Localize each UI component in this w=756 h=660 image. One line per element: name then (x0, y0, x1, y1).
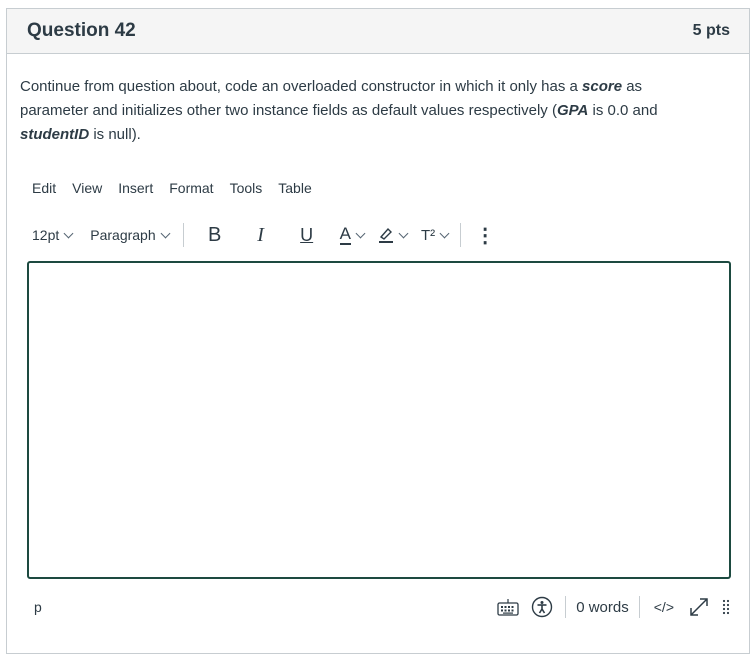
accessibility-checker-button[interactable] (525, 593, 559, 621)
editor-statusbar: p 0 words </> (20, 592, 736, 622)
superscript-button[interactable]: T² (411, 220, 452, 250)
text-color-button[interactable]: A (330, 220, 368, 250)
menu-table[interactable]: Table (270, 178, 319, 198)
more-vertical-icon: ⋮ (475, 224, 496, 247)
menu-edit[interactable]: Edit (24, 178, 64, 198)
editor-menubar: Edit View Insert Format Tools Table (24, 178, 320, 198)
question-text-emphasis: GPA (556, 102, 589, 119)
question-points: 5 pts (692, 22, 730, 39)
menu-view[interactable]: View (64, 178, 110, 198)
toolbar-divider (460, 223, 462, 247)
chevron-down-icon (160, 228, 171, 238)
bold-button[interactable]: B (192, 220, 238, 250)
question-text-emphasis: studentID (20, 126, 90, 143)
text-color-icon: A (339, 224, 351, 245)
word-count: 0 words (576, 598, 629, 616)
element-path[interactable]: p (20, 599, 42, 615)
more-tools-button[interactable]: ⋮ (469, 220, 501, 250)
editor-toolbar: 12pt Paragraph B I U A T² ⋮ (26, 215, 726, 255)
question-title: Question 42 (27, 20, 136, 41)
highlighter-icon (378, 227, 393, 243)
question-text-emphasis: score (582, 78, 623, 95)
question-text-run: is null). (89, 126, 141, 143)
font-size-value: 12pt (32, 227, 60, 243)
highlight-color-button[interactable] (368, 220, 411, 250)
editor-content[interactable] (29, 263, 729, 283)
resize-handle[interactable] (716, 593, 736, 621)
keyboard-shortcuts-button[interactable] (491, 593, 525, 621)
menu-format[interactable]: Format (161, 178, 221, 198)
underline-icon: U (300, 224, 314, 245)
font-size-select[interactable]: 12pt (26, 220, 78, 250)
menu-insert[interactable]: Insert (110, 178, 161, 198)
block-format-value: Paragraph (90, 227, 156, 243)
question-text: Continue from question about, code an ov… (20, 75, 700, 147)
chevron-down-icon (398, 228, 409, 238)
rich-text-editor-area[interactable] (27, 261, 731, 579)
html-editor-toggle[interactable]: </> (640, 599, 682, 615)
underline-button[interactable]: U (284, 220, 330, 250)
chevron-down-icon (439, 228, 450, 238)
question-text-run: is 0.0 and (588, 102, 658, 119)
chevron-down-icon (355, 228, 366, 238)
expand-icon (690, 598, 708, 616)
block-format-select[interactable]: Paragraph (84, 220, 174, 250)
accessibility-icon (532, 596, 553, 618)
question-text-run: Continue from question about, code an ov… (20, 78, 583, 95)
italic-icon: I (257, 223, 264, 246)
question-header: Question 42 5 pts (7, 9, 749, 54)
toolbar-divider (182, 223, 184, 247)
fullscreen-button[interactable] (682, 593, 716, 621)
italic-button[interactable]: I (238, 220, 284, 250)
keyboard-icon (497, 599, 519, 616)
menu-tools[interactable]: Tools (222, 178, 271, 198)
bold-icon: B (207, 223, 222, 246)
chevron-down-icon (63, 228, 74, 238)
drag-handle-icon (722, 599, 730, 615)
superscript-icon: T² (420, 226, 436, 244)
